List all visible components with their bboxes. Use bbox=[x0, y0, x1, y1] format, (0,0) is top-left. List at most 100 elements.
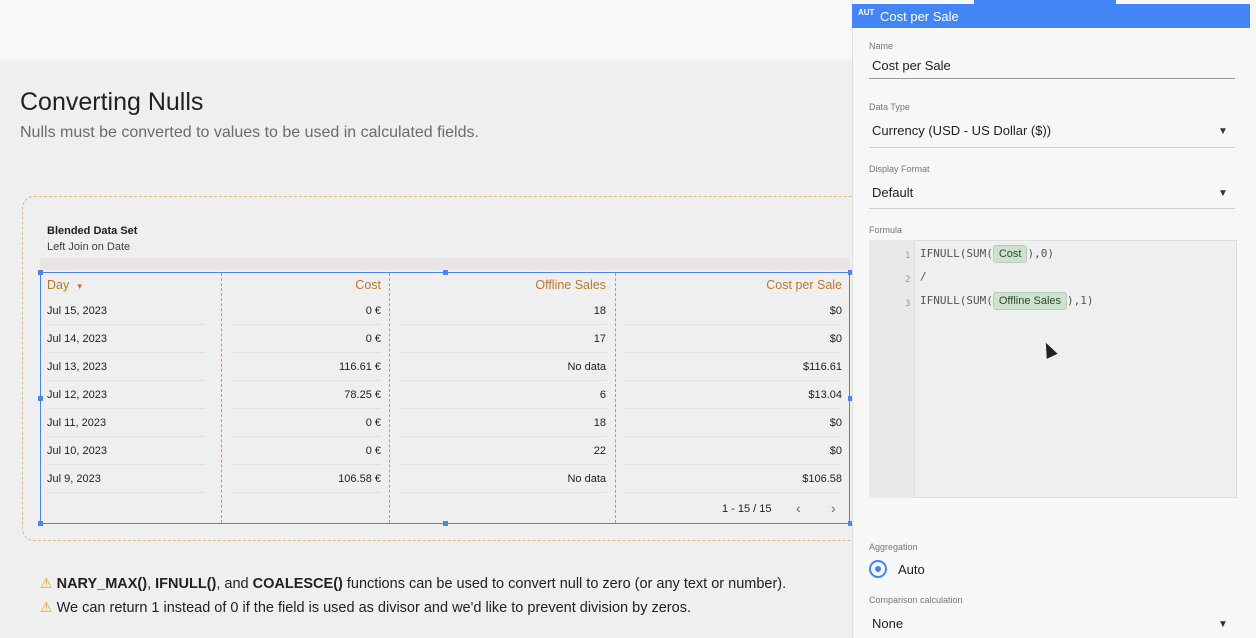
data-type-select[interactable]: Currency (USD - US Dollar ($)) bbox=[872, 123, 1051, 138]
table-heading: Blended Data Set bbox=[47, 225, 138, 237]
cell-day: Jul 10, 2023 bbox=[47, 445, 107, 457]
cell-cost-per-sale: $0 bbox=[829, 305, 842, 317]
panel-title: Cost per Sale bbox=[880, 9, 959, 24]
cell-offline-sales: 18 bbox=[593, 417, 606, 429]
cell-day: Jul 11, 2023 bbox=[47, 417, 107, 429]
row-divider bbox=[230, 436, 381, 437]
cell-cost-per-sale: $13.04 bbox=[808, 389, 842, 401]
column-header-cost[interactable]: Cost bbox=[230, 278, 381, 292]
name-input-underline bbox=[869, 78, 1235, 79]
cell-offline-sales: 6 bbox=[599, 389, 606, 401]
row-divider bbox=[624, 436, 842, 437]
row-divider bbox=[47, 380, 205, 381]
formula-line-3[interactable]: IFNULL(SUM(Offline Sales),1) bbox=[920, 292, 1094, 310]
resize-handle-tl[interactable] bbox=[38, 270, 43, 275]
row-divider bbox=[47, 408, 205, 409]
column-divider bbox=[389, 273, 390, 523]
formula-label: Formula bbox=[869, 225, 903, 235]
cell-cost: 0 € bbox=[365, 445, 381, 457]
formula-line-2[interactable]: / bbox=[920, 270, 927, 283]
display-format-select[interactable]: Default bbox=[872, 185, 913, 200]
chevron-down-icon[interactable]: ▼ bbox=[1218, 188, 1228, 199]
aggregation-label: Aggregation bbox=[869, 542, 918, 552]
cell-offline-sales: 17 bbox=[593, 333, 606, 345]
pagination-label: 1 - 15 / 15 bbox=[722, 503, 772, 515]
row-divider bbox=[624, 324, 842, 325]
comparison-label: Comparison calculation bbox=[869, 595, 963, 605]
column-header-day[interactable]: Day ▼ bbox=[47, 278, 84, 292]
cell-day: Jul 12, 2023 bbox=[47, 389, 107, 401]
resize-handle-bl[interactable] bbox=[38, 521, 43, 526]
cell-cost-per-sale: $106.58 bbox=[802, 473, 842, 485]
note-fn-coalesce: COALESCE() bbox=[252, 576, 343, 592]
formula-line-1[interactable]: IFNULL(SUM(Cost),0) bbox=[920, 245, 1054, 263]
row-divider bbox=[47, 436, 205, 437]
resize-handle-ml[interactable] bbox=[38, 396, 43, 401]
column-header-cost-per-sale[interactable]: Cost per Sale bbox=[624, 278, 842, 292]
page-title: Converting Nulls bbox=[20, 88, 204, 116]
resize-handle-bc[interactable] bbox=[443, 521, 448, 526]
row-divider bbox=[398, 492, 606, 493]
cell-cost-per-sale: $0 bbox=[829, 333, 842, 345]
note-line-1: ⚠ NARY_MAX(), IFNULL(), and COALESCE() f… bbox=[40, 575, 787, 592]
comparison-select[interactable]: None bbox=[872, 616, 903, 631]
field-chip-cost[interactable]: Cost bbox=[992, 245, 1028, 263]
row-divider bbox=[398, 408, 606, 409]
resize-handle-tc[interactable] bbox=[443, 270, 448, 275]
cell-cost: 0 € bbox=[365, 417, 381, 429]
sort-down-icon: ▼ bbox=[75, 282, 84, 291]
chevron-down-icon[interactable]: ▼ bbox=[1218, 619, 1228, 630]
cell-cost: 106.58 € bbox=[338, 473, 381, 485]
column-divider bbox=[615, 273, 616, 523]
cell-day: Jul 14, 2023 bbox=[47, 333, 107, 345]
data-type-label: Data Type bbox=[869, 102, 910, 112]
row-divider bbox=[230, 492, 381, 493]
row-divider bbox=[47, 324, 205, 325]
row-divider bbox=[230, 324, 381, 325]
chevron-left-icon[interactable]: ‹ bbox=[796, 500, 801, 516]
row-divider bbox=[624, 380, 842, 381]
cell-cost-per-sale: $0 bbox=[829, 417, 842, 429]
table-subheading: Left Join on Date bbox=[47, 241, 131, 253]
row-divider bbox=[230, 380, 381, 381]
row-divider bbox=[47, 464, 205, 465]
cell-day: Jul 13, 2023 bbox=[47, 361, 107, 373]
cell-offline-sales: No data bbox=[567, 473, 606, 485]
cell-day: Jul 15, 2023 bbox=[47, 305, 107, 317]
row-divider bbox=[624, 408, 842, 409]
chevron-right-icon[interactable]: › bbox=[831, 500, 836, 516]
cell-cost: 78.25 € bbox=[344, 389, 381, 401]
page-subtitle: Nulls must be converted to values to be … bbox=[20, 124, 479, 141]
row-divider bbox=[47, 352, 205, 353]
row-divider bbox=[398, 324, 606, 325]
name-input[interactable]: Cost per Sale bbox=[872, 58, 951, 73]
cell-offline-sales: 22 bbox=[593, 445, 606, 457]
column-header-offline-sales[interactable]: Offline Sales bbox=[398, 278, 606, 292]
warning-icon: ⚠ bbox=[40, 599, 53, 615]
top-toolbar bbox=[0, 0, 852, 60]
cell-cost-per-sale: $116.61 bbox=[803, 361, 842, 373]
row-divider bbox=[230, 408, 381, 409]
field-type-badge: AUT bbox=[858, 8, 875, 17]
row-divider bbox=[624, 464, 842, 465]
cell-cost: 116.61 € bbox=[338, 361, 381, 373]
note-fn-nary-max: NARY_MAX() bbox=[56, 576, 148, 592]
row-divider bbox=[230, 352, 381, 353]
line-number: 1 bbox=[905, 251, 911, 261]
cell-cost-per-sale: $0 bbox=[829, 445, 842, 457]
chevron-down-icon[interactable]: ▼ bbox=[1218, 126, 1228, 137]
cell-day: Jul 9, 2023 bbox=[47, 473, 101, 485]
line-number: 3 bbox=[905, 299, 911, 309]
row-divider bbox=[398, 464, 606, 465]
table-header-band bbox=[40, 258, 850, 270]
field-chip-offline-sales[interactable]: Offline Sales bbox=[992, 292, 1068, 310]
cell-cost: 0 € bbox=[365, 333, 381, 345]
row-divider bbox=[624, 492, 842, 493]
note-fn-ifnull: IFNULL() bbox=[155, 576, 217, 592]
divider bbox=[869, 147, 1235, 148]
row-divider bbox=[47, 492, 205, 493]
row-divider bbox=[398, 436, 606, 437]
cell-offline-sales: No data bbox=[567, 361, 606, 373]
row-divider bbox=[624, 352, 842, 353]
row-divider bbox=[398, 380, 606, 381]
